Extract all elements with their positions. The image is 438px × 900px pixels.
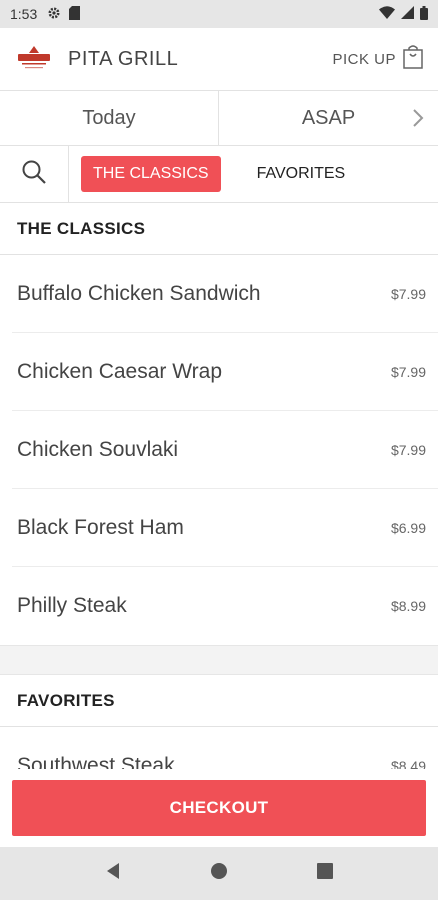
search-icon xyxy=(21,159,47,190)
signal-icon xyxy=(401,6,414,22)
menu-item[interactable]: Southwest Steak $8.49 xyxy=(12,727,438,770)
chevron-right-icon xyxy=(412,108,424,134)
menu-list[interactable]: THE CLASSICS Buffalo Chicken Sandwich $7… xyxy=(0,203,438,769)
item-name: Chicken Caesar Wrap xyxy=(17,359,223,383)
battery-icon xyxy=(420,5,428,23)
menu-item[interactable]: Black Forest Ham $6.99 xyxy=(12,489,438,567)
menu-item[interactable]: Chicken Caesar Wrap $7.99 xyxy=(12,333,438,411)
pickup-toggle[interactable]: PICK UP xyxy=(332,44,424,75)
item-price: $7.99 xyxy=(390,363,426,380)
shopping-bag-icon xyxy=(402,44,424,75)
day-selector[interactable]: Today xyxy=(0,91,218,145)
item-price: $7.99 xyxy=(390,441,426,458)
status-bar: 1:53 xyxy=(0,0,438,28)
item-name: Philly Steak xyxy=(17,594,127,617)
menu-item[interactable]: Buffalo Chicken Sandwich $7.99 xyxy=(12,255,438,333)
category-bar: THE CLASSICS FAVORITES xyxy=(0,146,438,203)
item-name: Black Forest Ham xyxy=(17,515,184,539)
time-selector-asap[interactable]: ASAP xyxy=(219,91,438,145)
item-price: $8.99 xyxy=(390,598,426,614)
tab-the-classics[interactable]: THE CLASSICS xyxy=(81,156,221,192)
tab-favorites[interactable]: FAVORITES xyxy=(257,165,346,183)
item-price: $6.99 xyxy=(390,519,426,536)
status-time: 1:53 xyxy=(10,6,38,22)
checkout-area: CHECKOUT xyxy=(0,769,438,847)
pickup-label: PICK UP xyxy=(332,50,396,68)
section-header: THE CLASSICS xyxy=(0,203,438,255)
app-header: PITA GRILL PICK UP xyxy=(0,28,438,91)
restaurant-logo xyxy=(16,44,52,74)
asap-label: ASAP xyxy=(301,106,356,129)
item-name: Chicken Souvlaki xyxy=(17,437,179,461)
settings-icon xyxy=(47,6,61,23)
sd-card-icon xyxy=(69,5,81,23)
menu-item[interactable]: Philly Steak $8.99 xyxy=(12,567,438,645)
back-icon[interactable] xyxy=(104,862,122,885)
menu-item[interactable]: Chicken Souvlaki $7.99 xyxy=(12,411,438,489)
item-price: $7.99 xyxy=(390,285,426,302)
home-icon[interactable] xyxy=(210,862,228,885)
system-nav-bar xyxy=(0,847,438,900)
app-title: PITA GRILL xyxy=(68,47,179,70)
wifi-icon xyxy=(379,6,395,22)
search-button[interactable] xyxy=(0,146,69,202)
item-price: $8.49 xyxy=(390,757,426,770)
checkout-button[interactable]: CHECKOUT xyxy=(12,780,426,836)
section-header: FAVORITES xyxy=(0,675,438,727)
section-divider xyxy=(0,645,438,675)
item-name: Southwest Steak xyxy=(17,753,175,770)
recents-icon[interactable] xyxy=(316,862,334,885)
item-name: Buffalo Chicken Sandwich xyxy=(17,281,261,305)
time-selector: Today ASAP xyxy=(0,91,438,146)
